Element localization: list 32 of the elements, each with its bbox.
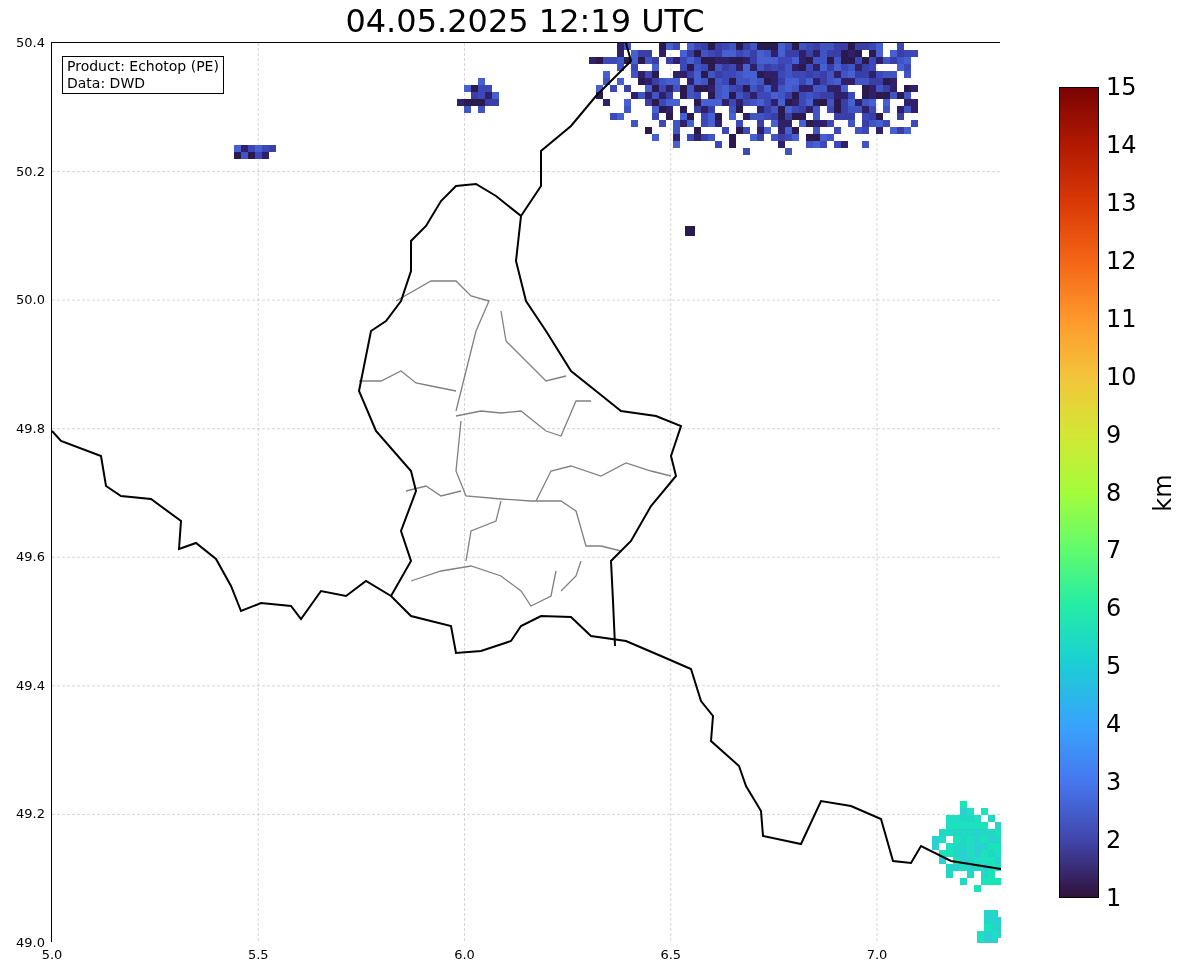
colorbar-tick-label: 8 bbox=[1106, 479, 1122, 506]
y-tick-label: 50.0 bbox=[16, 292, 45, 308]
x-tick-label: 5.0 bbox=[40, 947, 64, 962]
colorbar-tick-label: 14 bbox=[1106, 131, 1137, 158]
x-tick-label: 6.5 bbox=[659, 947, 683, 962]
x-tick-label: 6.0 bbox=[453, 947, 476, 962]
chart-title: 04.05.2025 12:19 UTC bbox=[345, 1, 705, 42]
colorbar-tick-label: 7 bbox=[1106, 537, 1122, 564]
colorbar-label: km bbox=[1147, 473, 1178, 512]
colorbar-tick-label: 6 bbox=[1106, 595, 1122, 622]
colorbar-tick-label: 4 bbox=[1106, 711, 1122, 738]
colorbar-tick-label: 9 bbox=[1106, 421, 1122, 448]
colorbar-tick-label: 15 bbox=[1106, 74, 1137, 100]
x-tick-label: 7.0 bbox=[865, 947, 889, 962]
y-tick-label: 49.6 bbox=[16, 549, 45, 565]
x-tick-label: 5.5 bbox=[246, 947, 270, 962]
legend-text: Data: DWD bbox=[67, 75, 146, 92]
colorbar-tick-label: 2 bbox=[1106, 827, 1122, 854]
colorbar-tick-label: 13 bbox=[1106, 189, 1137, 216]
legend-text: Product: Echotop (PE) bbox=[67, 58, 219, 75]
colorbar-tick-label: 12 bbox=[1106, 247, 1137, 274]
colorbar-tick-label: 11 bbox=[1106, 305, 1137, 332]
colorbar-tick-label: 3 bbox=[1106, 769, 1122, 796]
y-tick-label: 50.2 bbox=[16, 163, 45, 179]
y-tick-label: 49.8 bbox=[16, 420, 45, 436]
y-tick-label: 50.4 bbox=[16, 35, 45, 50]
y-tick-label: 49.0 bbox=[16, 935, 45, 950]
y-tick-label: 49.2 bbox=[16, 806, 45, 822]
colorbar-tick-label: 10 bbox=[1106, 363, 1137, 390]
y-tick-label: 49.4 bbox=[16, 677, 45, 693]
colorbar-tick-label: 1 bbox=[1106, 885, 1122, 911]
colorbar-tick-label: 5 bbox=[1106, 653, 1122, 680]
